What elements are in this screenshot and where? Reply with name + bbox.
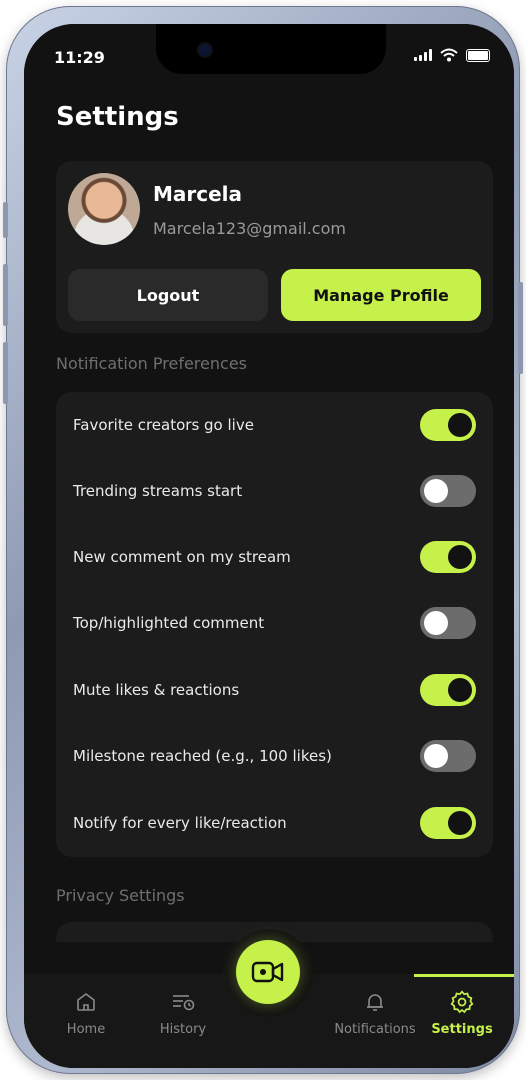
nav-label: History: [159, 1022, 207, 1037]
notch: [156, 24, 386, 74]
logout-button[interactable]: Logout: [68, 269, 268, 321]
nav-notifications[interactable]: Notifications: [325, 988, 425, 1037]
nav-label: Settings: [431, 1022, 493, 1037]
screen: 11:29 Settings Marcela Marcela123@gmail.…: [24, 24, 514, 1068]
toggle-switch[interactable]: [420, 475, 476, 507]
pref-label: Mute likes & reactions: [73, 681, 240, 699]
nav-home[interactable]: Home: [46, 988, 126, 1037]
status-icons: [414, 48, 490, 62]
bell-icon: [361, 988, 389, 1016]
signal-icon: [414, 49, 432, 61]
privacy-settings-heading: Privacy Settings: [56, 886, 185, 905]
battery-icon: [466, 48, 490, 62]
pref-row: Trending streams start: [73, 471, 476, 511]
page-title: Settings: [56, 102, 179, 132]
pref-label: Notify for every like/reaction: [73, 814, 287, 832]
toggle-knob: [448, 545, 472, 569]
pref-row: New comment on my stream: [73, 537, 476, 577]
volume-up-button: [3, 264, 8, 326]
power-button: [518, 282, 523, 374]
toggle-knob: [448, 678, 472, 702]
toggle-knob: [424, 479, 448, 503]
profile-card: Marcela Marcela123@gmail.com Logout Mana…: [56, 161, 493, 333]
toggle-switch[interactable]: [420, 740, 476, 772]
home-icon: [72, 988, 100, 1016]
toggle-knob: [424, 744, 448, 768]
nav-history[interactable]: History: [143, 988, 223, 1037]
pref-label: Top/highlighted comment: [73, 614, 265, 632]
toggle-switch[interactable]: [420, 674, 476, 706]
phone-frame: 11:29 Settings Marcela Marcela123@gmail.…: [3, 6, 523, 1074]
notification-preferences-heading: Notification Preferences: [56, 354, 247, 373]
toggle-switch[interactable]: [420, 607, 476, 639]
status-time: 11:29: [54, 48, 105, 67]
pref-row: Mute likes & reactions: [73, 670, 476, 710]
pref-row: Favorite creators go live: [73, 405, 476, 445]
profile-email: Marcela123@gmail.com: [153, 219, 346, 238]
go-live-button[interactable]: [236, 940, 300, 1004]
toggle-knob: [424, 611, 448, 635]
pref-label: New comment on my stream: [73, 548, 291, 566]
toggle-switch[interactable]: [420, 541, 476, 573]
volume-down-button: [3, 342, 8, 404]
pref-label: Favorite creators go live: [73, 416, 254, 434]
pref-row: Milestone reached (e.g., 100 likes): [73, 736, 476, 776]
nav-label: Notifications: [334, 1022, 416, 1037]
pref-label: Milestone reached (e.g., 100 likes): [73, 747, 332, 765]
app-background: 11:29 Settings Marcela Marcela123@gmail.…: [24, 24, 514, 1068]
mute-switch: [3, 202, 8, 238]
avatar: [68, 173, 140, 245]
active-tab-indicator: [414, 974, 514, 977]
toggle-switch[interactable]: [420, 409, 476, 441]
nav-label: Home: [66, 1022, 106, 1037]
front-camera: [199, 44, 211, 56]
toggle-switch[interactable]: [420, 807, 476, 839]
pref-row: Top/highlighted comment: [73, 603, 476, 643]
nav-settings[interactable]: Settings: [422, 988, 502, 1037]
pref-row: Notify for every like/reaction: [73, 803, 476, 843]
profile-name: Marcela: [153, 182, 243, 206]
pref-label: Trending streams start: [73, 482, 243, 500]
history-icon: [169, 988, 197, 1016]
video-camera-icon: [251, 961, 284, 983]
notification-preferences-card: Favorite creators go live Trending strea…: [56, 392, 493, 857]
toggle-knob: [448, 811, 472, 835]
gear-icon: [448, 988, 476, 1016]
toggle-knob: [448, 413, 472, 437]
manage-profile-button[interactable]: Manage Profile: [281, 269, 481, 321]
wifi-icon: [440, 48, 458, 62]
